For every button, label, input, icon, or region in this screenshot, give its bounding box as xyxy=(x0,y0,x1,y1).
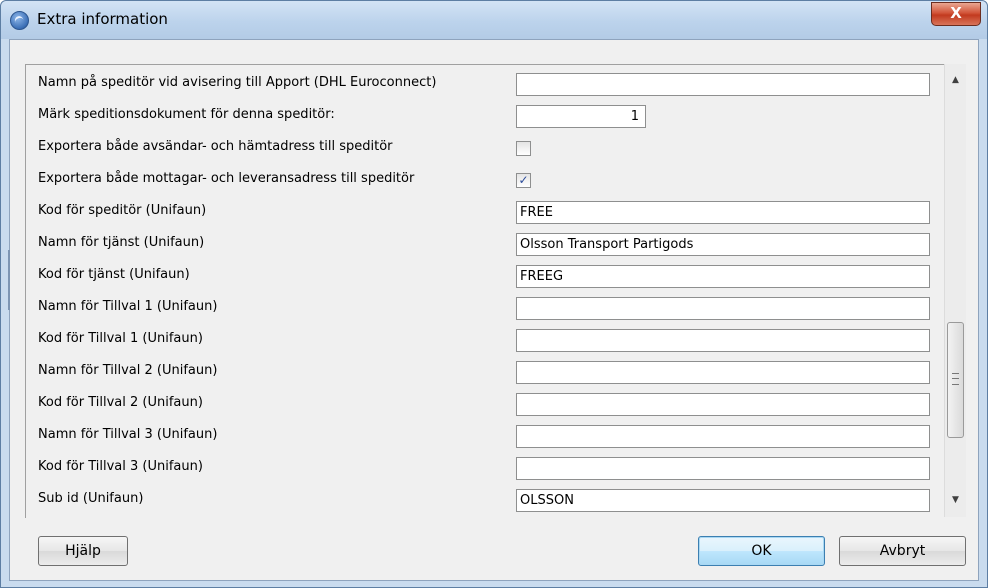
scrollbar-thumb[interactable] xyxy=(947,322,964,438)
text-field[interactable]: Olsson Transport Partigods xyxy=(516,233,930,256)
field-label: Namn för Tillval 2 (Unifaun) xyxy=(38,363,218,378)
form-row: Namn för Tillval 2 (Unifaun) xyxy=(26,357,945,387)
text-field[interactable]: OLSSON xyxy=(516,489,930,512)
close-button[interactable]: X xyxy=(931,2,981,26)
field-label: Kod för speditör (Unifaun) xyxy=(38,203,207,218)
form-row: Namn för Tillval 3 (Unifaun) xyxy=(26,421,945,451)
form-row: Exportera både avsändar- och hämtadress … xyxy=(26,133,945,163)
field-label: Namn på speditör vid avisering till Appo… xyxy=(38,75,437,90)
field-label: Exportera både mottagar- och leveransadr… xyxy=(38,171,415,186)
form-panel: Namn på speditör vid avisering till Appo… xyxy=(25,64,945,518)
form-row: Namn för tjänst (Unifaun) Olsson Transpor… xyxy=(26,229,945,259)
scroll-up-arrow-icon[interactable]: ▲ xyxy=(945,70,966,91)
form-row: Kod för Tillval 3 (Unifaun) xyxy=(26,453,945,483)
form-row: Märk speditionsdokument för denna spedit… xyxy=(26,101,945,131)
field-label: Kod för Tillval 1 (Unifaun) xyxy=(38,331,203,346)
field-label: Namn för Tillval 3 (Unifaun) xyxy=(38,427,218,442)
field-label: Kod för Tillval 2 (Unifaun) xyxy=(38,395,203,410)
ok-button[interactable]: OK xyxy=(698,536,825,566)
app-globe-icon xyxy=(10,11,29,30)
form-row: Kod för speditör (Unifaun) FREE xyxy=(26,197,945,227)
scroll-down-arrow-icon[interactable]: ▼ xyxy=(945,490,966,511)
form-row: Kod för Tillval 2 (Unifaun) xyxy=(26,389,945,419)
field-label: Sub id (Unifaun) xyxy=(38,491,144,506)
title-bar[interactable]: Extra information X xyxy=(1,1,987,39)
window-edge-accent xyxy=(8,250,10,310)
field-label: Exportera både avsändar- och hämtadress … xyxy=(38,139,393,154)
text-field[interactable]: FREEG xyxy=(516,265,930,288)
field-label: Namn för tjänst (Unifaun) xyxy=(38,235,205,250)
form-row: Exportera både mottagar- och leveransadr… xyxy=(26,165,945,195)
text-field[interactable] xyxy=(516,361,930,384)
text-field[interactable] xyxy=(516,73,930,96)
text-field[interactable] xyxy=(516,297,930,320)
form-row: Kod för Tillval 1 (Unifaun) xyxy=(26,325,945,355)
vertical-scrollbar[interactable]: ▲ ▼ xyxy=(944,64,966,517)
field-label: Kod för Tillval 3 (Unifaun) xyxy=(38,459,203,474)
grip-icon xyxy=(952,373,959,385)
text-field[interactable] xyxy=(516,457,930,480)
field-label: Namn för Tillval 1 (Unifaun) xyxy=(38,299,218,314)
field-label: Kod för tjänst (Unifaun) xyxy=(38,267,190,282)
field-label: Märk speditionsdokument för denna spedit… xyxy=(38,107,335,122)
text-field[interactable] xyxy=(516,329,930,352)
number-field[interactable]: 1 xyxy=(516,105,646,128)
form-row: Sub id (Unifaun) OLSSON xyxy=(26,485,945,515)
checkbox[interactable] xyxy=(516,141,531,156)
form-row: Namn på speditör vid avisering till Appo… xyxy=(26,69,945,99)
window-title: Extra information xyxy=(37,10,168,28)
text-field[interactable] xyxy=(516,425,930,448)
cancel-button[interactable]: Avbryt xyxy=(839,536,966,566)
text-field[interactable]: FREE xyxy=(516,201,930,224)
checkbox[interactable]: ✓ xyxy=(516,173,531,188)
help-button[interactable]: Hjälp xyxy=(38,536,128,566)
form-row: Kod för tjänst (Unifaun) FREEG xyxy=(26,261,945,291)
text-field[interactable] xyxy=(516,393,930,416)
form-row: Namn för Tillval 1 (Unifaun) xyxy=(26,293,945,323)
checkmark-icon: ✓ xyxy=(518,173,529,187)
